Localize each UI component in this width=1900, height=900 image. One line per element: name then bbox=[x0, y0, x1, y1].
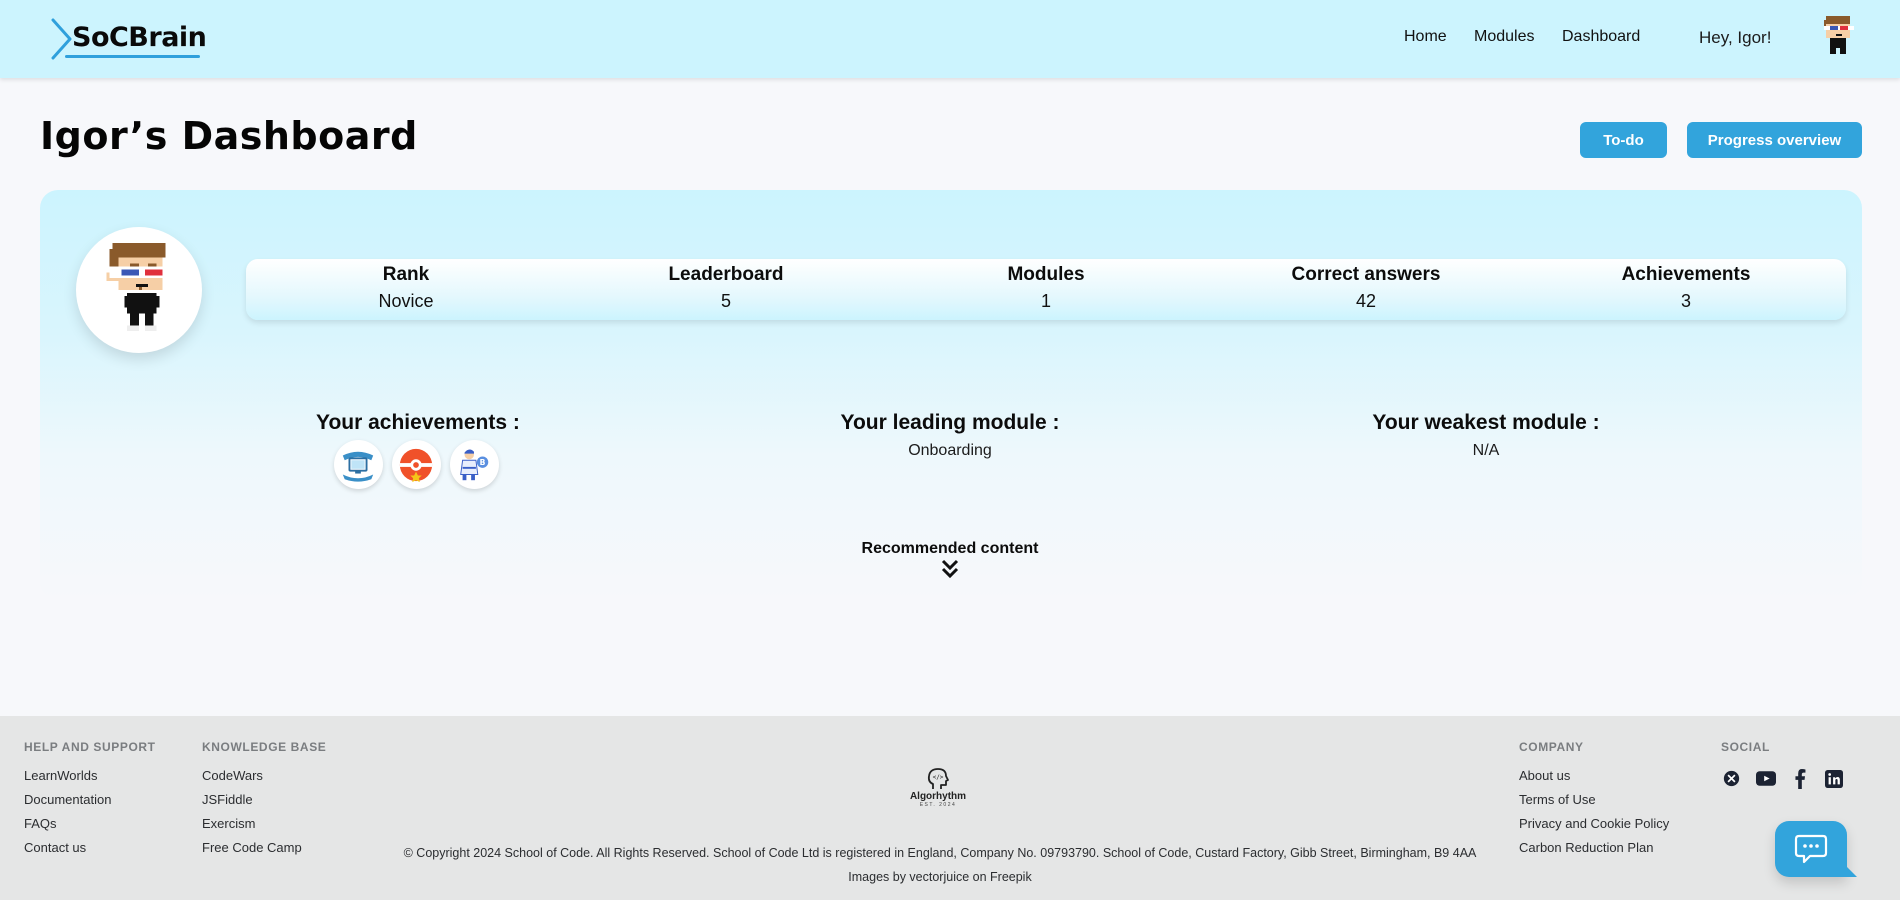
stat-value: 5 bbox=[720, 291, 731, 311]
top-navbar: SoCBrain Home Modules Dashboard Hey, Igo… bbox=[0, 0, 1900, 78]
stat-correct-answers: Correct answers 42 bbox=[1206, 259, 1526, 320]
footer-logo-est: EST. 2024 bbox=[919, 802, 957, 808]
footer-link-exercism[interactable]: Exercism bbox=[202, 816, 326, 832]
footer-logo: </> Algorhythm EST. 2024 bbox=[908, 766, 968, 808]
stat-value: 42 bbox=[1355, 291, 1377, 311]
user-avatar-icon[interactable] bbox=[1818, 14, 1858, 58]
pixel-avatar-icon bbox=[106, 242, 175, 332]
leading-module-value: Onboarding bbox=[908, 442, 992, 459]
achievement-badges: B bbox=[316, 440, 516, 489]
footer-social-column: SOCIAL bbox=[1721, 740, 1844, 789]
profile-avatar bbox=[76, 227, 202, 353]
footer-link-documentation[interactable]: Documentation bbox=[24, 792, 156, 808]
pokeball-star-badge-icon bbox=[399, 448, 433, 482]
recommended-content-label: Recommended content bbox=[861, 540, 1039, 557]
achievement-badge[interactable] bbox=[333, 440, 383, 489]
social-links bbox=[1721, 768, 1844, 789]
footer-link-carbon[interactable]: Carbon Reduction Plan bbox=[1519, 840, 1669, 856]
stats-bar: Rank Novice Leaderboard 5 Modules 1 Corr… bbox=[246, 259, 1846, 320]
footer-link-jsfiddle[interactable]: JSFiddle bbox=[202, 792, 326, 808]
footer-column-title: COMPANY bbox=[1519, 740, 1584, 754]
logo-underline bbox=[65, 55, 200, 58]
weakest-module-title: Your weakest module : bbox=[1372, 411, 1600, 434]
chat-bubble-icon bbox=[1794, 834, 1828, 864]
stat-value: 1 bbox=[1040, 291, 1051, 311]
leading-module-title: Your leading module : bbox=[840, 411, 1060, 434]
stat-label: Leaderboard bbox=[668, 264, 784, 285]
footer-link-terms[interactable]: Terms of Use bbox=[1519, 792, 1669, 808]
recommended-content-toggle[interactable]: Recommended content bbox=[850, 540, 1050, 580]
x-icon[interactable] bbox=[1721, 768, 1742, 789]
stat-rank: Rank Novice bbox=[246, 259, 566, 320]
stat-value: 3 bbox=[1680, 291, 1691, 311]
stat-value: Novice bbox=[378, 291, 434, 311]
achievement-badge[interactable]: B bbox=[449, 440, 499, 489]
footer-column-title: HELP AND SUPPORT bbox=[24, 740, 156, 754]
weakest-module-section: Your weakest module : N/A bbox=[1366, 411, 1606, 460]
footer-link-faqs[interactable]: FAQs bbox=[24, 816, 156, 832]
user-greeting: Hey, Igor! bbox=[1699, 28, 1772, 47]
svg-text:B: B bbox=[480, 458, 486, 467]
head-code-logo-icon: </> bbox=[927, 768, 949, 789]
footer-link-freecodecamp[interactable]: Free Code Camp bbox=[202, 840, 326, 856]
footer-logo-name: Algorhythm bbox=[909, 791, 967, 802]
stat-label: Modules bbox=[1007, 264, 1085, 285]
copyright-text: © Copyright 2024 School of Code. All Rig… bbox=[403, 846, 1477, 860]
chat-bubble-tail bbox=[1845, 865, 1857, 877]
double-chevron-down-icon bbox=[941, 559, 959, 579]
logo-text: SoCBrain bbox=[72, 22, 207, 53]
stat-achievements: Achievements 3 bbox=[1526, 259, 1846, 320]
footer-link-learnworlds[interactable]: LearnWorlds bbox=[24, 768, 156, 784]
footer-knowledge-column: KNOWLEDGE BASE CodeWars JSFiddle Exercis… bbox=[202, 740, 326, 864]
nav-modules[interactable]: Modules bbox=[1474, 28, 1534, 46]
footer-link-contact[interactable]: Contact us bbox=[24, 840, 156, 856]
nav-dashboard[interactable]: Dashboard bbox=[1562, 28, 1640, 46]
footer-help-column: HELP AND SUPPORT LearnWorlds Documentati… bbox=[24, 740, 156, 864]
chat-button[interactable] bbox=[1775, 821, 1857, 877]
linkedin-icon[interactable] bbox=[1823, 768, 1844, 789]
stat-label: Rank bbox=[382, 264, 430, 285]
achievement-badge[interactable] bbox=[391, 440, 441, 489]
footer: HELP AND SUPPORT LearnWorlds Documentati… bbox=[0, 716, 1900, 900]
facebook-icon[interactable] bbox=[1789, 768, 1810, 789]
achievements-title: Your achievements : bbox=[316, 411, 520, 434]
progress-overview-button[interactable]: Progress overview bbox=[1687, 122, 1862, 158]
stat-label: Achievements bbox=[1621, 264, 1751, 285]
stat-modules: Modules 1 bbox=[886, 259, 1206, 320]
achievements-section: Your achievements : B bbox=[316, 411, 520, 489]
karate-b-badge-icon: B bbox=[460, 449, 489, 480]
footer-column-title: KNOWLEDGE BASE bbox=[202, 740, 327, 754]
leading-module-section: Your leading module : Onboarding bbox=[830, 411, 1070, 460]
dashboard-card bbox=[40, 190, 1862, 600]
computer-banner-badge-icon bbox=[342, 451, 374, 482]
footer-company-column: COMPANY About us Terms of Use Privacy an… bbox=[1519, 740, 1669, 864]
page-title: Igor’s Dashboard bbox=[40, 114, 418, 158]
stat-label: Correct answers bbox=[1291, 264, 1441, 285]
stat-leaderboard: Leaderboard 5 bbox=[566, 259, 886, 320]
image-credits: Images by vectorjuice on Freepik bbox=[848, 870, 1032, 884]
todo-button[interactable]: To-do bbox=[1580, 122, 1667, 158]
svg-text:</>: </> bbox=[933, 774, 944, 781]
nav-home[interactable]: Home bbox=[1404, 28, 1447, 46]
weakest-module-value: N/A bbox=[1472, 442, 1500, 459]
footer-link-codewars[interactable]: CodeWars bbox=[202, 768, 326, 784]
footer-column-title: SOCIAL bbox=[1721, 740, 1770, 754]
footer-link-privacy[interactable]: Privacy and Cookie Policy bbox=[1519, 816, 1669, 832]
chevron-right-logo-icon bbox=[51, 18, 72, 60]
footer-link-about[interactable]: About us bbox=[1519, 768, 1669, 784]
youtube-icon[interactable] bbox=[1755, 768, 1776, 789]
